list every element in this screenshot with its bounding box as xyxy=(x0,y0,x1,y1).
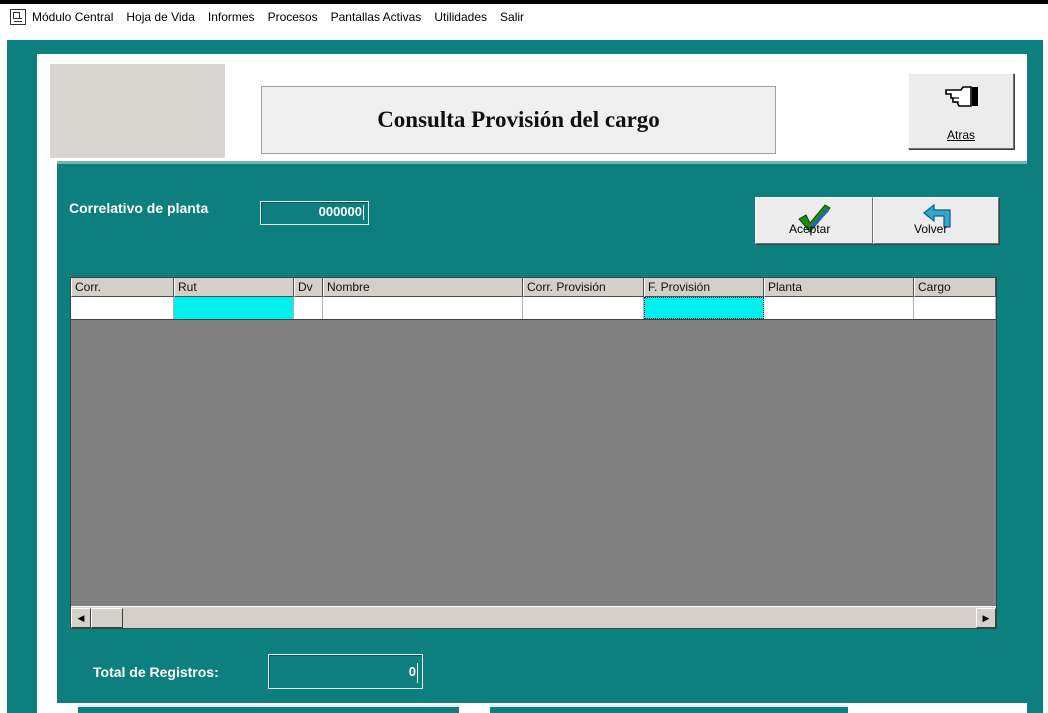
bottom-bar-left xyxy=(78,705,459,713)
cell-nombre[interactable] xyxy=(323,297,523,319)
correlativo-label: Correlativo de planta xyxy=(69,200,209,216)
menu-modulo-central[interactable]: Módulo Central xyxy=(32,10,113,24)
back-button[interactable]: Atras xyxy=(908,73,1014,149)
cell-rut[interactable] xyxy=(174,297,294,319)
text-cursor xyxy=(417,662,418,683)
cell-dv[interactable] xyxy=(294,297,323,319)
cell-f-provision[interactable] xyxy=(644,297,764,319)
page-title-box: Consulta Provisión del cargo xyxy=(261,86,776,154)
cell-planta[interactable] xyxy=(764,297,914,319)
bottom-bar-right xyxy=(490,705,848,713)
column-header-corr[interactable]: Corr. xyxy=(71,278,174,297)
grid-header: Corr. Rut Dv Nombre Corr. Provisión F. P… xyxy=(71,278,996,297)
column-header-nombre[interactable]: Nombre xyxy=(323,278,523,297)
menu-procesos[interactable]: Procesos xyxy=(268,10,318,24)
scrollbar-thumb[interactable] xyxy=(91,608,123,628)
column-header-dv[interactable]: Dv xyxy=(294,278,323,297)
menu-utilidades[interactable]: Utilidades xyxy=(434,10,487,24)
back-button-label: Atras xyxy=(946,128,975,142)
correlativo-input[interactable]: 000000 xyxy=(260,201,369,225)
column-header-planta[interactable]: Planta xyxy=(764,278,914,297)
cell-cargo[interactable] xyxy=(914,297,996,319)
menu-informes[interactable]: Informes xyxy=(208,10,255,24)
app-icon[interactable] xyxy=(10,9,26,25)
volver-button-label: Volver xyxy=(914,222,948,236)
scroll-left-icon[interactable]: ◀ xyxy=(71,608,91,628)
correlativo-value: 000000 xyxy=(318,204,362,219)
page-title: Consulta Provisión del cargo xyxy=(377,107,660,132)
total-value: 0 xyxy=(408,664,416,679)
menu-pantallas-activas[interactable]: Pantallas Activas xyxy=(331,10,422,24)
menu-salir[interactable]: Salir xyxy=(500,10,524,24)
aceptar-button-label: Aceptar xyxy=(789,222,831,236)
cell-corr[interactable] xyxy=(71,297,174,319)
volver-button[interactable]: Volver xyxy=(873,197,999,244)
column-header-rut[interactable]: Rut xyxy=(174,278,294,297)
column-header-f-provision[interactable]: F. Provisión xyxy=(644,278,764,297)
horizontal-scrollbar[interactable]: ◀ ▶ xyxy=(71,606,996,628)
total-label: Total de Registros: xyxy=(93,664,219,680)
menu-bar: Módulo Central Hoja de Vida Informes Pro… xyxy=(0,0,1048,30)
logo-placeholder xyxy=(50,64,225,158)
aceptar-button[interactable]: Aceptar xyxy=(755,197,873,244)
table-row[interactable] xyxy=(71,297,996,320)
text-cursor xyxy=(363,205,364,221)
menu-hoja-de-vida[interactable]: Hoja de Vida xyxy=(126,10,195,24)
results-grid[interactable]: Corr. Rut Dv Nombre Corr. Provisión F. P… xyxy=(70,277,997,629)
scroll-right-icon[interactable]: ▶ xyxy=(976,608,996,628)
column-header-corr-provision[interactable]: Corr. Provisión xyxy=(523,278,644,297)
cell-corr-provision[interactable] xyxy=(523,297,644,319)
total-field: 0 xyxy=(268,654,423,689)
column-header-cargo[interactable]: Cargo xyxy=(914,278,996,297)
pointing-hand-icon xyxy=(945,86,978,107)
